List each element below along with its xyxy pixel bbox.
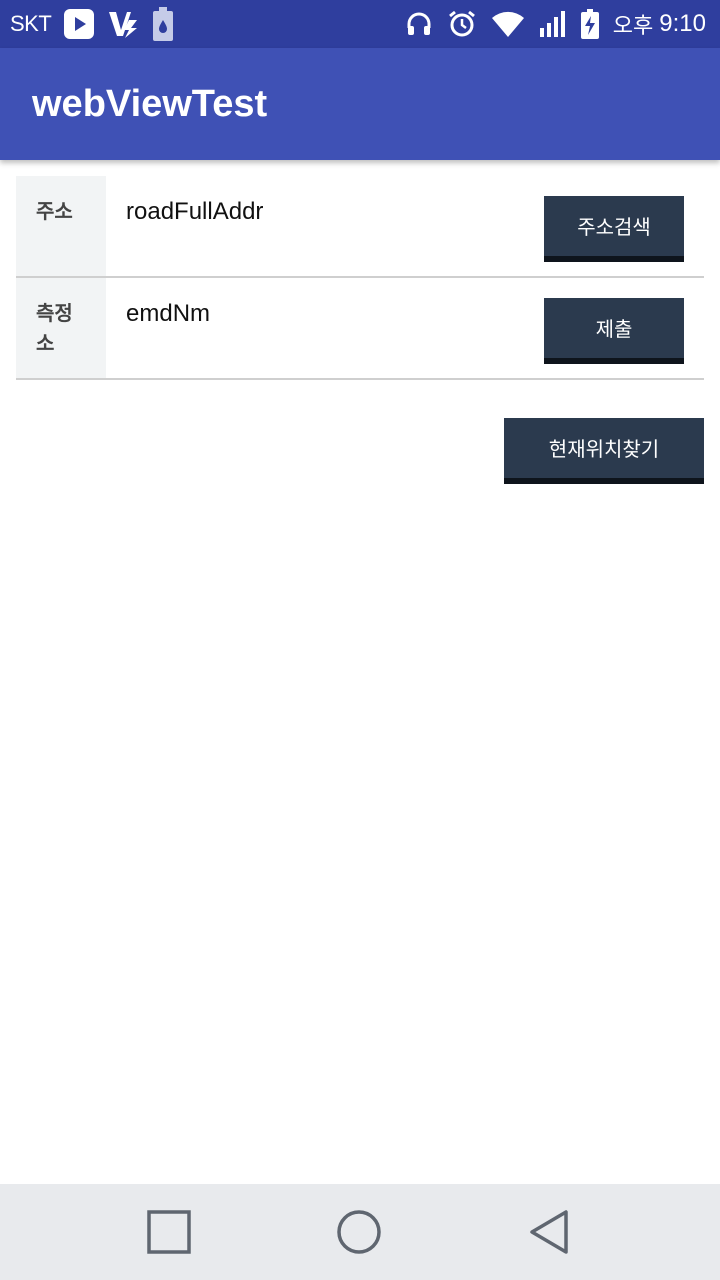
form-row-address: 주소 roadFullAddr 주소검색 — [16, 176, 704, 278]
v3-app-icon — [107, 8, 139, 40]
carrier-label: SKT — [10, 11, 52, 36]
battery-charging-icon — [580, 9, 599, 39]
find-current-location-button[interactable]: 현재위치찾기 — [504, 418, 704, 484]
station-label: 측정 소 — [16, 278, 106, 378]
app-title: webViewTest — [32, 83, 268, 125]
back-icon[interactable] — [526, 1208, 574, 1256]
status-right: 오후 9:10 — [405, 0, 706, 48]
play-store-icon — [63, 8, 95, 40]
address-form: 주소 roadFullAddr 주소검색 측정 소 emdNm 제출 — [16, 176, 704, 380]
address-label: 주소 — [16, 176, 106, 276]
status-bar: SKT 오후 9:10 — [0, 0, 720, 48]
clock: 9:10 — [659, 10, 706, 37]
submit-button[interactable]: 제출 — [544, 298, 684, 364]
app-bar: webViewTest — [0, 48, 720, 160]
battery-saver-icon — [151, 6, 175, 42]
navigation-bar — [0, 1184, 720, 1280]
alarm-icon — [447, 9, 477, 39]
address-search-button[interactable]: 주소검색 — [544, 196, 684, 262]
signal-icon — [539, 10, 567, 38]
headset-icon — [405, 10, 433, 38]
station-value: emdNm — [126, 300, 211, 327]
home-icon[interactable] — [335, 1208, 383, 1256]
wifi-icon — [491, 10, 525, 38]
recent-apps-icon[interactable] — [145, 1208, 193, 1256]
ampm-label: 오후 — [612, 14, 654, 39]
address-value: roadFullAddr — [126, 198, 264, 225]
status-left: SKT — [10, 0, 175, 48]
form-row-station: 측정 소 emdNm 제출 — [16, 278, 704, 380]
